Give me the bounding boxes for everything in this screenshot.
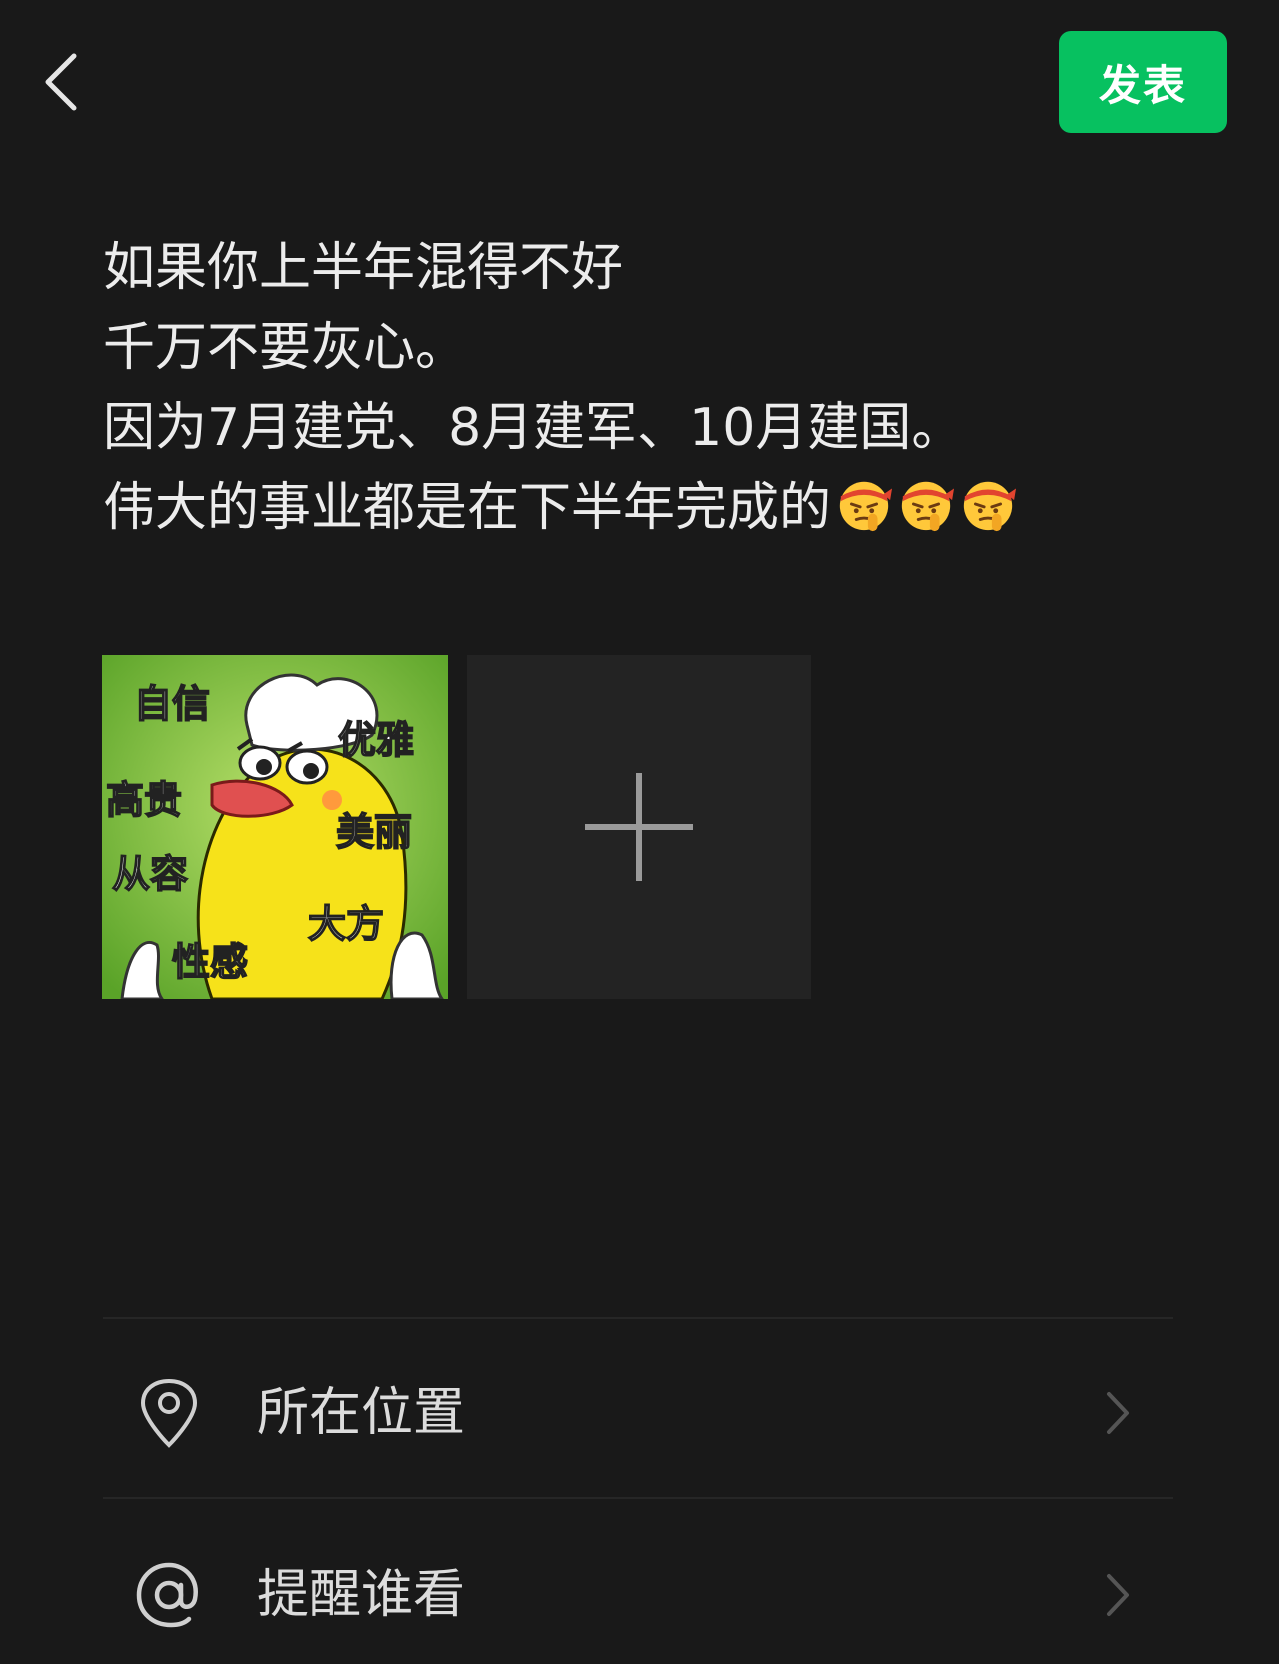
post-text-line: 因为7月建党、8月建军、10月建国。 — [103, 398, 964, 458]
shushing-face-headband-emoji — [839, 481, 893, 532]
chevron-right-icon — [1107, 1574, 1129, 1616]
thumbnail-word: 美丽 — [336, 810, 412, 854]
compose-moment-screen: 发表 如果你上半年混得不好 千万不要灰心。 因为7月建党、8月建军、10月建国。… — [0, 0, 1279, 1664]
post-text-line: 如果你上半年混得不好 — [103, 238, 624, 298]
publish-button-label: 发表 — [1098, 60, 1187, 110]
divider — [103, 1497, 1173, 1499]
thumbnail-word: 性感 — [172, 940, 248, 984]
thumbnail-word: 优雅 — [338, 718, 414, 762]
post-text-line-with-emoji: 伟大的事业都是在下半年完成的 — [103, 468, 1183, 548]
thumbnail-word: 从容 — [112, 852, 188, 896]
divider — [103, 1317, 1173, 1319]
post-text-input[interactable]: 如果你上半年混得不好 千万不要灰心。 因为7月建党、8月建军、10月建国。 伟大… — [103, 228, 1183, 548]
post-text-line: 千万不要灰心。 — [103, 318, 468, 378]
option-label: 提醒谁看 — [257, 1565, 466, 1625]
location-option[interactable]: 所在位置 — [103, 1332, 1173, 1492]
thumbnail-word: 高贵 — [106, 778, 182, 822]
chick-meme-illustration: 自信 优雅 高贵 美丽 从容 大方 性感 — [102, 655, 448, 999]
thumbnail-word: 自信 — [134, 682, 210, 726]
location-pin-icon — [140, 1378, 198, 1448]
add-image-button[interactable] — [467, 655, 811, 999]
publish-button[interactable]: 发表 — [1059, 31, 1227, 133]
shushing-face-headband-emoji — [901, 481, 955, 532]
option-label: 所在位置 — [257, 1383, 466, 1443]
post-text-line: 伟大的事业都是在下半年完成的 — [103, 478, 832, 538]
shushing-face-headband-emoji — [963, 481, 1017, 532]
plus-icon — [585, 773, 693, 881]
attached-image-thumbnail[interactable]: 自信 优雅 高贵 美丽 从容 大方 性感 — [102, 655, 448, 999]
chevron-left-icon — [45, 53, 77, 111]
thumbnail-word: 大方 — [308, 902, 384, 946]
chevron-right-icon — [1107, 1392, 1129, 1434]
at-sign-icon — [136, 1562, 198, 1628]
back-button[interactable] — [40, 50, 88, 114]
mention-option[interactable]: 提醒谁看 — [103, 1514, 1173, 1664]
